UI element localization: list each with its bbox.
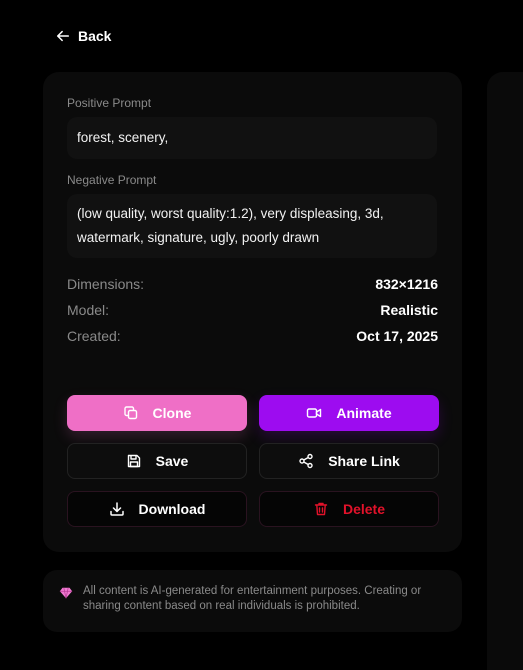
info-key: Created: <box>67 328 121 344</box>
info-row-model: Model: Realistic <box>67 302 438 318</box>
negative-prompt-text: (low quality, worst quality:1.2), very d… <box>77 206 384 245</box>
animate-button[interactable]: Animate <box>259 395 439 431</box>
trash-icon <box>314 502 328 516</box>
clone-button[interactable]: Clone <box>67 395 247 431</box>
positive-prompt-text: forest, scenery, <box>77 130 169 145</box>
negative-prompt-box: (low quality, worst quality:1.2), very d… <box>67 194 437 258</box>
copy-icon <box>123 406 137 420</box>
animate-label: Animate <box>336 405 392 421</box>
negative-prompt-label: Negative Prompt <box>67 173 157 187</box>
delete-button[interactable]: Delete <box>259 491 439 527</box>
info-key: Dimensions: <box>67 276 145 292</box>
share-link-button[interactable]: Share Link <box>259 443 439 479</box>
disclaimer-text: All content is AI-generated for entertai… <box>83 585 422 612</box>
positive-prompt-label: Positive Prompt <box>67 96 152 110</box>
positive-prompt-box: forest, scenery, <box>67 117 437 159</box>
download-label: Download <box>138 501 206 517</box>
arrow-left-icon <box>56 30 70 42</box>
info-row-dimensions: Dimensions: 832×1216 <box>67 276 438 292</box>
share-label: Share Link <box>328 453 400 469</box>
download-button[interactable]: Download <box>67 491 247 527</box>
info-row-created: Created: Oct 17, 2025 <box>67 328 438 344</box>
back-label: Back <box>78 28 112 44</box>
video-icon <box>307 408 322 418</box>
save-icon <box>127 454 140 468</box>
info-value: 832×1216 <box>375 276 438 292</box>
save-button[interactable]: Save <box>67 443 247 479</box>
details-card: Positive Prompt forest, scenery, Negativ… <box>43 72 462 552</box>
delete-label: Delete <box>342 501 386 517</box>
page: Back Positive Prompt forest, scenery, Ne… <box>0 0 523 670</box>
side-panel <box>487 72 523 670</box>
back-button[interactable]: Back <box>56 28 111 44</box>
disclaimer-notice: All content is AI-generated for entertai… <box>43 570 462 632</box>
clone-label: Clone <box>152 405 192 421</box>
share-icon <box>299 453 313 469</box>
save-label: Save <box>155 453 189 469</box>
info-value: Oct 17, 2025 <box>356 328 438 344</box>
info-key: Model: <box>67 302 110 318</box>
download-icon <box>109 502 124 516</box>
info-value: Realistic <box>380 302 438 318</box>
gem-icon <box>59 587 73 599</box>
